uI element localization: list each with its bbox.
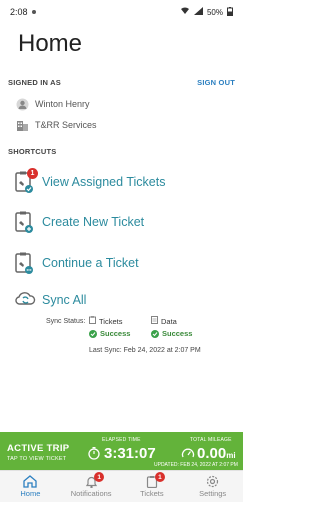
nav-tickets-label: Tickets bbox=[140, 489, 164, 498]
sign-out-button[interactable]: SIGN OUT bbox=[197, 78, 235, 87]
sync-data-label: Data bbox=[161, 316, 177, 326]
sync-status-label: Sync Status: bbox=[46, 318, 86, 325]
notifications-badge: 1 bbox=[94, 472, 105, 482]
check-circle-icon bbox=[151, 329, 159, 338]
sync-all-label: Sync All bbox=[42, 293, 87, 307]
nav-notifications-label: Notifications bbox=[70, 489, 112, 498]
mileage-number: 0.00 bbox=[197, 445, 227, 462]
sync-status-grid: Tickets Data Success Success bbox=[89, 316, 221, 338]
mileage-updated-text: UPDATED: FEB 24, 2022 AT 2:07 PM bbox=[154, 462, 238, 468]
sync-tickets-label: Tickets bbox=[99, 316, 123, 326]
person-icon bbox=[15, 97, 29, 111]
gear-icon bbox=[207, 475, 219, 488]
page-title: Home bbox=[18, 30, 83, 57]
total-mileage-value: 0.00mi bbox=[197, 445, 236, 462]
clipboard-more-icon bbox=[14, 251, 34, 275]
nav-notifications[interactable]: 1 Notifications bbox=[61, 472, 121, 498]
status-bar: 2:08 50% bbox=[0, 0, 243, 24]
active-trip-subtitle: TAP TO VIEW TICKET bbox=[7, 456, 67, 462]
continue-a-ticket-label: Continue a Ticket bbox=[42, 256, 139, 270]
bottom-navigation: Home 1 Notifications 1 Tickets Settings bbox=[0, 470, 243, 502]
view-assigned-tickets-label: View Assigned Tickets bbox=[42, 175, 166, 189]
user-row: Winton Henry bbox=[15, 97, 90, 111]
company-name: T&RR Services bbox=[35, 120, 97, 130]
check-circle-icon bbox=[89, 329, 97, 338]
nav-settings[interactable]: Settings bbox=[183, 475, 243, 498]
clipboard-small-icon bbox=[89, 316, 96, 326]
shortcuts-header: SHORTCUTS bbox=[8, 147, 57, 156]
nav-home-label: Home bbox=[20, 489, 41, 498]
nav-tickets[interactable]: 1 Tickets bbox=[122, 472, 182, 498]
document-small-icon bbox=[151, 316, 158, 326]
sync-tickets-header: Tickets bbox=[89, 316, 151, 326]
data-status-text: Success bbox=[162, 329, 193, 338]
tickets-badge: 1 bbox=[154, 472, 165, 482]
total-mileage-label: TOTAL MILEAGE bbox=[190, 437, 232, 443]
nav-settings-label: Settings bbox=[199, 489, 227, 498]
company-row: T&RR Services bbox=[15, 118, 97, 132]
view-assigned-tickets-button[interactable]: 1 View Assigned Tickets bbox=[14, 167, 234, 197]
signal-icon bbox=[193, 7, 203, 17]
last-sync-text: Last Sync: Feb 24, 2022 at 2:07 PM bbox=[89, 347, 201, 354]
clipboard-plus-icon bbox=[14, 210, 34, 234]
notification-dot-icon bbox=[31, 10, 36, 14]
sync-all-button[interactable]: Sync All bbox=[14, 285, 234, 315]
sync-data-header: Data bbox=[151, 316, 221, 326]
user-name: Winton Henry bbox=[35, 99, 90, 109]
status-battery: 50% bbox=[206, 7, 223, 17]
create-new-ticket-label: Create New Ticket bbox=[42, 215, 145, 229]
nav-home[interactable]: Home bbox=[0, 475, 60, 498]
assigned-tickets-badge: 1 bbox=[27, 168, 38, 179]
elapsed-time-value: 3:31:07 bbox=[104, 445, 156, 462]
sync-data-status: Success bbox=[151, 329, 221, 338]
home-icon bbox=[23, 475, 38, 488]
create-new-ticket-button[interactable]: Create New Ticket bbox=[14, 207, 234, 237]
status-time: 2:08 bbox=[10, 7, 28, 17]
mileage-unit: mi bbox=[226, 451, 236, 460]
timer-icon bbox=[88, 447, 100, 460]
sync-tickets-status: Success bbox=[89, 329, 151, 338]
speedometer-icon bbox=[181, 448, 195, 458]
wifi-icon bbox=[180, 7, 190, 17]
signed-in-header: SIGNED IN AS bbox=[8, 78, 61, 87]
elapsed-time-label: ELAPSED TIME bbox=[102, 437, 141, 443]
battery-icon bbox=[227, 6, 233, 18]
system-nav-area bbox=[0, 502, 243, 512]
cloud-sync-icon bbox=[14, 288, 36, 312]
active-trip-title: ACTIVE TRIP bbox=[7, 443, 70, 454]
continue-a-ticket-button[interactable]: Continue a Ticket bbox=[14, 248, 234, 278]
tickets-status-text: Success bbox=[100, 329, 131, 338]
clipboard-check-icon: 1 bbox=[14, 168, 38, 194]
building-icon bbox=[15, 118, 29, 132]
active-trip-banner[interactable]: ACTIVE TRIP TAP TO VIEW TICKET ELAPSED T… bbox=[0, 432, 243, 470]
